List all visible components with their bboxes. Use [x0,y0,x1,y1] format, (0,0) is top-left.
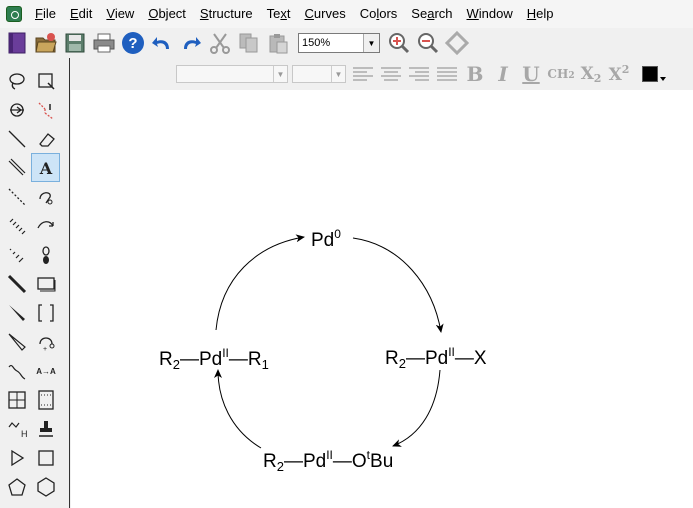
arrow-reductive-elimination [215,234,305,331]
formula-button[interactable]: CH2 [546,62,576,86]
solid-bond-icon[interactable] [2,124,31,153]
arrow-transmetalation [214,369,262,449]
cut-icon[interactable] [207,30,233,56]
pd-r1-label[interactable]: R2—PdII—R1 [159,342,269,376]
paste-icon[interactable] [265,30,291,56]
menu-curves[interactable]: Curves [298,0,353,28]
zoom-in-icon[interactable] [386,30,412,56]
lasso-tool-icon[interactable] [2,66,31,95]
arrow-oxidative-addition [352,237,444,333]
tlc-plate-icon[interactable] [31,385,60,414]
zoom-out-icon[interactable] [415,30,441,56]
copy-icon[interactable] [236,30,262,56]
svg-text:H: H [21,429,27,439]
pen-tool-icon[interactable] [31,182,60,211]
undo-icon[interactable] [149,30,175,56]
pd-x-label[interactable]: R2—PdII—X [385,341,487,375]
dashed-bond-icon[interactable] [2,182,31,211]
eraser-icon[interactable] [31,124,60,153]
align-left-icon[interactable] [350,62,376,86]
pentagon-icon[interactable] [2,472,31,501]
italic-button[interactable]: I [490,62,516,86]
pd-otbu-label[interactable]: R2—PdII—OtBu [263,444,393,478]
align-right-icon[interactable] [406,62,432,86]
svg-text:A: A [38,159,52,178]
menu-window[interactable]: Window [460,0,520,28]
zoom-select[interactable]: 150% ▼ [298,33,380,53]
justify-icon[interactable] [434,62,460,86]
chemdraw-window: File Edit View Object Structure Text Cur… [0,0,693,508]
zoom-value: 150% [302,37,331,49]
new-document-icon[interactable] [4,30,30,56]
menu-view[interactable]: View [99,0,141,28]
menu-edit[interactable]: Edit [63,0,99,28]
orbital-tool-icon[interactable] [31,240,60,269]
hexagon-icon[interactable] [31,472,60,501]
atom-mapping-icon[interactable]: A→A [31,356,60,385]
redo-icon[interactable] [178,30,204,56]
structure-perspective-icon[interactable] [2,95,31,124]
main-toolbar: ? 150% ▼ [0,28,693,58]
superscript-button[interactable]: X2 [606,62,632,86]
menu-object[interactable]: Object [141,0,193,28]
font-size-dropdown[interactable]: ▼ [292,65,346,83]
chevron-down-icon[interactable]: ▼ [273,66,287,82]
pd0-label[interactable]: Pd0 [311,223,341,252]
drawing-elements-icon[interactable] [31,269,60,298]
chevron-down-icon[interactable]: ▼ [363,34,379,52]
drawing-canvas[interactable]: Pd0 R2—PdII—X R2—PdII—OtBu R2—PdII—R1 [71,90,693,508]
rectangle-icon[interactable] [31,443,60,472]
text-tool-icon[interactable]: A [31,153,60,182]
bold-bond-icon[interactable] [2,153,31,182]
help-icon[interactable]: ? [120,30,146,56]
menu-file[interactable]: File [28,0,63,28]
open-folder-icon[interactable] [33,30,59,56]
hashed-bond-icon[interactable] [2,211,31,240]
hashed-wedge-icon[interactable] [2,240,31,269]
font-family-dropdown[interactable]: ▼ [176,65,288,83]
menu-search[interactable]: Search [404,0,459,28]
bold-button[interactable]: B [462,62,488,86]
text-color-swatch[interactable] [642,66,658,82]
menu-bar: File Edit View Object Structure Text Cur… [0,0,693,28]
menu-structure[interactable]: Structure [193,0,260,28]
bond-tool-icon[interactable] [31,95,60,124]
format-toolbar: ▼ ▼ B I U CH2 X2 X2 [70,58,693,90]
chevron-down-icon[interactable] [660,77,666,81]
menu-colors[interactable]: Colors [353,0,405,28]
tool-palette: A + A→A H [0,58,70,508]
arrow-tool-icon[interactable] [31,211,60,240]
chevron-down-icon[interactable]: ▼ [331,66,345,82]
fit-to-window-icon[interactable] [444,30,470,56]
svg-text:A→A: A→A [36,367,56,376]
wedge-bond-icon[interactable] [2,298,31,327]
align-center-icon[interactable] [378,62,404,86]
hollow-wedge-icon[interactable] [2,327,31,356]
chemical-symbols-icon[interactable]: + [31,327,60,356]
arrow-ligand-exchange [392,369,441,447]
menu-help[interactable]: Help [520,0,561,28]
play-icon[interactable] [2,443,31,472]
app-icon[interactable] [6,6,22,22]
svg-text:+: + [43,346,47,352]
underline-button[interactable]: U [518,62,544,86]
save-icon[interactable] [62,30,88,56]
query-tool-icon[interactable]: H [2,414,31,443]
svg-text:?: ? [128,35,137,52]
stamp-tool-icon[interactable] [31,414,60,443]
subscript-button[interactable]: X2 [578,62,604,86]
brackets-icon[interactable] [31,298,60,327]
marquee-tool-icon[interactable] [31,66,60,95]
table-tool-icon[interactable] [2,385,31,414]
menu-text[interactable]: Text [260,0,298,28]
print-icon[interactable] [91,30,117,56]
bold-line-icon[interactable] [2,269,31,298]
wavy-bond-icon[interactable] [2,356,31,385]
